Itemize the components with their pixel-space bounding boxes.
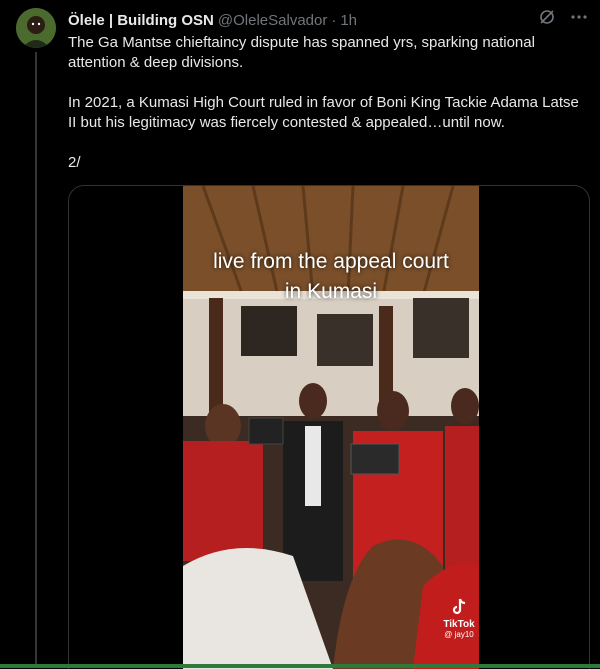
media-container[interactable]: live from the appeal court in Kumasi Tik… <box>68 185 590 669</box>
tweet[interactable]: Ölele | Building OSN @OleleSalvador · 1h… <box>0 0 600 669</box>
tiktok-label: TikTok <box>443 619 475 630</box>
tweet-actions <box>538 8 588 26</box>
video-caption-line: in Kumasi <box>284 280 378 303</box>
video-player[interactable]: live from the appeal court in Kumasi Tik… <box>183 186 479 669</box>
separator-dot: · <box>331 11 337 29</box>
tweet-paragraph: The Ga Mantse chieftaincy dispute has sp… <box>68 34 535 71</box>
avatar[interactable] <box>16 8 56 48</box>
author-handle[interactable]: @OleleSalvador <box>218 12 327 29</box>
timestamp[interactable]: 1h <box>340 12 357 29</box>
tweet-header: Ölele | Building OSN @OleleSalvador · 1h <box>68 10 357 30</box>
tweet-text: The Ga Mantse chieftaincy dispute has sp… <box>68 33 580 173</box>
grok-icon[interactable] <box>538 8 556 26</box>
tweet-paragraph: 2/ <box>68 154 81 171</box>
tiktok-icon <box>452 598 466 615</box>
thread-connector-line <box>35 52 37 668</box>
tweet-paragraph: In 2021, a Kumasi High Court ruled in fa… <box>68 94 579 131</box>
author-name[interactable]: Ölele | Building OSN <box>68 12 214 29</box>
video-caption-line: live from the appeal court <box>213 250 449 273</box>
avatar-image <box>16 8 56 48</box>
tiktok-username: @ jay10 <box>444 630 474 639</box>
tiktok-watermark: TikTok @ jay10 <box>439 598 479 639</box>
bottom-border-strip <box>0 664 600 668</box>
more-icon[interactable] <box>570 8 588 26</box>
